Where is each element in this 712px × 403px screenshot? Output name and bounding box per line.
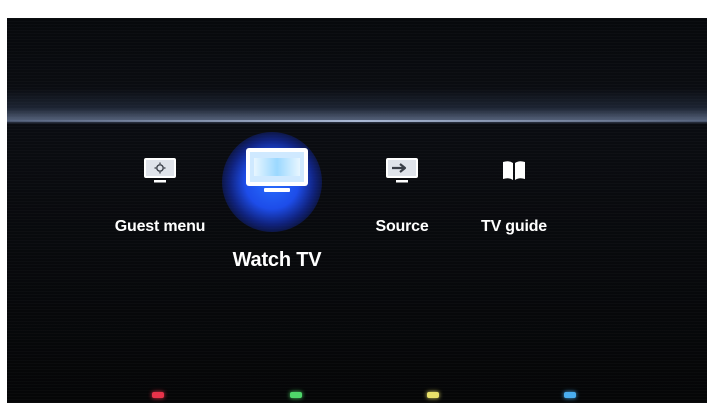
- menu-item-tv-guide[interactable]: TV guide: [469, 148, 559, 248]
- menu-item-watch-tv[interactable]: Watch TV: [212, 126, 342, 276]
- color-key-yellow[interactable]: [427, 392, 439, 398]
- tv-home-screen: Guest menu Watch TV Source TV guide: [7, 18, 707, 403]
- menu-item-guest-menu[interactable]: Guest menu: [107, 148, 213, 248]
- color-key-green[interactable]: [290, 392, 302, 398]
- menu-item-label: Source: [375, 218, 429, 235]
- menu-item-label: Watch TV: [232, 249, 322, 271]
- book-guide-icon: [499, 156, 529, 191]
- menu-item-label: Guest menu: [114, 218, 206, 235]
- menu-item-label: TV guide: [481, 218, 547, 235]
- header-glow-band: [7, 88, 707, 124]
- color-key-blue[interactable]: [564, 392, 576, 398]
- settings-monitor-icon: [142, 156, 178, 191]
- color-key-red[interactable]: [152, 392, 164, 398]
- tv-icon: [244, 146, 310, 201]
- source-input-icon: [384, 156, 420, 191]
- header-divider: [7, 120, 707, 122]
- menu-item-source[interactable]: Source: [357, 148, 447, 248]
